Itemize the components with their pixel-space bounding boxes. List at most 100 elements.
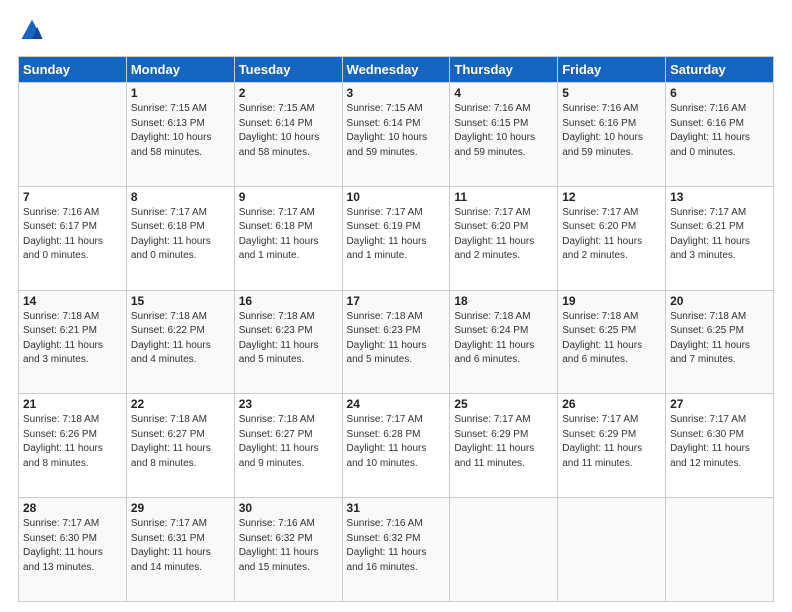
day-info: Sunrise: 7:15 AMSunset: 6:14 PMDaylight:… — [239, 102, 338, 160]
day-cell: 26 Sunrise: 7:17 AMSunset: 6:29 PMDayligh… — [558, 394, 666, 498]
week-row-1: 1 Sunrise: 7:15 AMSunset: 6:13 PMDaylight… — [19, 83, 774, 187]
day-cell: 1 Sunrise: 7:15 AMSunset: 6:13 PMDaylight… — [126, 83, 234, 187]
day-info: Sunrise: 7:18 AMSunset: 6:22 PMDaylight:… — [131, 310, 230, 368]
col-header-friday: Friday — [558, 57, 666, 83]
day-info: Sunrise: 7:18 AMSunset: 6:25 PMDaylight:… — [562, 310, 661, 368]
day-number: 28 — [23, 501, 122, 515]
day-number: 16 — [239, 294, 338, 308]
day-info: Sunrise: 7:16 AMSunset: 6:16 PMDaylight:… — [562, 102, 661, 160]
day-cell: 28 Sunrise: 7:17 AMSunset: 6:30 PMDayligh… — [19, 498, 127, 602]
day-cell: 2 Sunrise: 7:15 AMSunset: 6:14 PMDaylight… — [234, 83, 342, 187]
day-cell — [666, 498, 774, 602]
day-number: 24 — [347, 397, 446, 411]
day-cell: 22Sunrise: 7:18 AMSunset: 6:27 PMDayligh… — [126, 394, 234, 498]
day-cell: 16 Sunrise: 7:18 AMSunset: 6:23 PMDayligh… — [234, 290, 342, 394]
week-row-2: 7Sunrise: 7:16 AMSunset: 6:17 PMDaylight… — [19, 186, 774, 290]
day-number: 23 — [239, 397, 338, 411]
day-cell: 4 Sunrise: 7:16 AMSunset: 6:15 PMDaylight… — [450, 83, 558, 187]
day-cell: 27 Sunrise: 7:17 AMSunset: 6:30 PMDayligh… — [666, 394, 774, 498]
day-number: 10 — [347, 190, 446, 204]
day-number: 14 — [23, 294, 122, 308]
week-row-5: 28 Sunrise: 7:17 AMSunset: 6:30 PMDayligh… — [19, 498, 774, 602]
day-number: 21 — [23, 397, 122, 411]
day-cell — [558, 498, 666, 602]
day-cell: 9 Sunrise: 7:17 AMSunset: 6:18 PMDaylight… — [234, 186, 342, 290]
day-cell: 3 Sunrise: 7:15 AMSunset: 6:14 PMDaylight… — [342, 83, 450, 187]
day-number: 30 — [239, 501, 338, 515]
day-cell: 31 Sunrise: 7:16 AMSunset: 6:32 PMDayligh… — [342, 498, 450, 602]
day-number: 12 — [562, 190, 661, 204]
day-cell: 21 Sunrise: 7:18 AMSunset: 6:26 PMDayligh… — [19, 394, 127, 498]
day-cell: 14Sunrise: 7:18 AMSunset: 6:21 PMDayligh… — [19, 290, 127, 394]
day-info: Sunrise: 7:16 AMSunset: 6:32 PMDaylight:… — [239, 517, 338, 575]
day-cell: 15 Sunrise: 7:18 AMSunset: 6:22 PMDayligh… — [126, 290, 234, 394]
day-info: Sunrise: 7:17 AMSunset: 6:30 PMDaylight:… — [670, 413, 769, 471]
day-cell — [450, 498, 558, 602]
week-row-4: 21 Sunrise: 7:18 AMSunset: 6:26 PMDayligh… — [19, 394, 774, 498]
day-cell: 13 Sunrise: 7:17 AMSunset: 6:21 PMDayligh… — [666, 186, 774, 290]
col-header-monday: Monday — [126, 57, 234, 83]
col-header-thursday: Thursday — [450, 57, 558, 83]
day-number: 4 — [454, 86, 553, 100]
day-number: 27 — [670, 397, 769, 411]
col-header-saturday: Saturday — [666, 57, 774, 83]
day-info: Sunrise: 7:17 AMSunset: 6:29 PMDaylight:… — [454, 413, 553, 471]
day-number: 5 — [562, 86, 661, 100]
day-cell: 8 Sunrise: 7:17 AMSunset: 6:18 PMDaylight… — [126, 186, 234, 290]
day-cell: 25 Sunrise: 7:17 AMSunset: 6:29 PMDayligh… — [450, 394, 558, 498]
day-number: 9 — [239, 190, 338, 204]
day-cell: 5 Sunrise: 7:16 AMSunset: 6:16 PMDaylight… — [558, 83, 666, 187]
col-header-sunday: Sunday — [19, 57, 127, 83]
day-number: 2 — [239, 86, 338, 100]
day-number: 7 — [23, 190, 122, 204]
day-number: 15 — [131, 294, 230, 308]
day-number: 13 — [670, 190, 769, 204]
day-cell — [19, 83, 127, 187]
day-info: Sunrise: 7:17 AMSunset: 6:18 PMDaylight:… — [239, 206, 338, 264]
day-number: 6 — [670, 86, 769, 100]
day-cell: 29Sunrise: 7:17 AMSunset: 6:31 PMDayligh… — [126, 498, 234, 602]
col-header-tuesday: Tuesday — [234, 57, 342, 83]
day-number: 19 — [562, 294, 661, 308]
day-cell: 30 Sunrise: 7:16 AMSunset: 6:32 PMDayligh… — [234, 498, 342, 602]
day-number: 3 — [347, 86, 446, 100]
day-info: Sunrise: 7:16 AMSunset: 6:32 PMDaylight:… — [347, 517, 446, 575]
day-info: Sunrise: 7:15 AMSunset: 6:13 PMDaylight:… — [131, 102, 230, 160]
day-cell: 24Sunrise: 7:17 AMSunset: 6:28 PMDayligh… — [342, 394, 450, 498]
day-number: 1 — [131, 86, 230, 100]
page: SundayMondayTuesdayWednesdayThursdayFrid… — [0, 0, 792, 612]
day-number: 8 — [131, 190, 230, 204]
logo-icon — [18, 18, 46, 46]
day-number: 26 — [562, 397, 661, 411]
day-info: Sunrise: 7:17 AMSunset: 6:30 PMDaylight:… — [23, 517, 122, 575]
day-info: Sunrise: 7:15 AMSunset: 6:14 PMDaylight:… — [347, 102, 446, 160]
day-number: 18 — [454, 294, 553, 308]
day-number: 29 — [131, 501, 230, 515]
day-info: Sunrise: 7:18 AMSunset: 6:27 PMDaylight:… — [239, 413, 338, 471]
day-number: 25 — [454, 397, 553, 411]
day-number: 31 — [347, 501, 446, 515]
col-header-wednesday: Wednesday — [342, 57, 450, 83]
header — [18, 18, 774, 46]
day-info: Sunrise: 7:17 AMSunset: 6:20 PMDaylight:… — [454, 206, 553, 264]
day-cell: 17Sunrise: 7:18 AMSunset: 6:23 PMDayligh… — [342, 290, 450, 394]
week-row-3: 14Sunrise: 7:18 AMSunset: 6:21 PMDayligh… — [19, 290, 774, 394]
day-cell: 20Sunrise: 7:18 AMSunset: 6:25 PMDayligh… — [666, 290, 774, 394]
day-info: Sunrise: 7:18 AMSunset: 6:26 PMDaylight:… — [23, 413, 122, 471]
day-info: Sunrise: 7:18 AMSunset: 6:23 PMDaylight:… — [239, 310, 338, 368]
day-cell: 12 Sunrise: 7:17 AMSunset: 6:20 PMDayligh… — [558, 186, 666, 290]
day-info: Sunrise: 7:17 AMSunset: 6:18 PMDaylight:… — [131, 206, 230, 264]
day-number: 17 — [347, 294, 446, 308]
day-number: 22 — [131, 397, 230, 411]
day-info: Sunrise: 7:17 AMSunset: 6:29 PMDaylight:… — [562, 413, 661, 471]
day-info: Sunrise: 7:17 AMSunset: 6:21 PMDaylight:… — [670, 206, 769, 264]
day-cell: 23 Sunrise: 7:18 AMSunset: 6:27 PMDayligh… — [234, 394, 342, 498]
day-info: Sunrise: 7:17 AMSunset: 6:20 PMDaylight:… — [562, 206, 661, 264]
day-cell: 7Sunrise: 7:16 AMSunset: 6:17 PMDaylight… — [19, 186, 127, 290]
day-info: Sunrise: 7:16 AMSunset: 6:15 PMDaylight:… — [454, 102, 553, 160]
logo — [18, 18, 50, 46]
day-info: Sunrise: 7:18 AMSunset: 6:25 PMDaylight:… — [670, 310, 769, 368]
day-info: Sunrise: 7:16 AMSunset: 6:16 PMDaylight:… — [670, 102, 769, 160]
day-number: 11 — [454, 190, 553, 204]
day-info: Sunrise: 7:18 AMSunset: 6:24 PMDaylight:… — [454, 310, 553, 368]
